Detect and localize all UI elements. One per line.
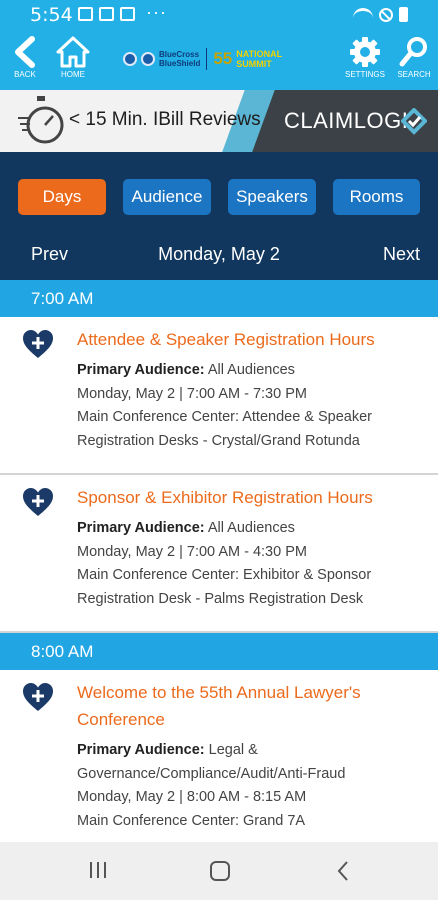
session-item[interactable]: Welcome to the 55th Annual Lawyer's Conf… <box>0 670 438 842</box>
search-button[interactable]: SEARCH <box>389 35 438 79</box>
tab-rooms[interactable]: Rooms <box>333 179 420 215</box>
more-notifications-icon: ··· <box>146 2 167 22</box>
battery-icon <box>399 7 408 22</box>
add-favorite-heart-icon[interactable] <box>22 682 54 712</box>
audience-label: Primary Audience: <box>77 362 205 378</box>
session-location: Main Conference Center: Grand 7A <box>77 812 306 829</box>
system-status-icons <box>353 7 408 22</box>
do-not-disturb-icon <box>379 7 393 22</box>
app-header: BACK HOME BlueCross BlueShield 55 NATION… <box>0 30 438 90</box>
prev-day-button[interactable]: Prev <box>31 244 68 265</box>
wifi-icon <box>353 7 373 22</box>
summit-wordmark: NATIONAL SUMMIT <box>236 49 282 69</box>
session-time: Monday, May 2 | 7:00 AM - 7:30 PM <box>77 385 307 402</box>
session-location: Main Conference Center: Attendee & Speak… <box>77 409 373 449</box>
settings-label: SETTINGS <box>344 70 385 79</box>
settings-button[interactable]: SETTINGS <box>340 35 390 79</box>
session-audience: Primary Audience: All Audiences <box>77 359 426 383</box>
bcbs-line1: BlueCross <box>159 50 200 59</box>
tab-audience[interactable]: Audience <box>123 179 211 215</box>
bcbs-wordmark: BlueCross BlueShield <box>159 50 200 68</box>
stopwatch-icon <box>18 96 64 144</box>
session-time: Monday, May 2 | 7:00 AM - 4:30 PM <box>77 543 307 560</box>
news-notification-icon <box>99 7 114 21</box>
back-button[interactable]: BACK <box>0 35 50 79</box>
bcbs-shield-icon <box>141 52 155 66</box>
banner-tagline: < 15 Min. IBill Reviews <box>69 109 261 130</box>
audience-label: Primary Audience: <box>77 520 205 536</box>
tab-speakers[interactable]: Speakers <box>228 179 316 215</box>
session-item[interactable]: Sponsor & Exhibitor Registration Hours P… <box>0 475 438 633</box>
audience-value: All Audiences <box>207 520 295 536</box>
session-location: Main Conference Center: Exhibitor & Spon… <box>77 567 372 607</box>
youtube-notification-icon <box>120 7 135 21</box>
tab-days[interactable]: Days <box>18 179 106 215</box>
session-item[interactable]: Attendee & Speaker Registration Hours Pr… <box>0 317 438 475</box>
brand-divider <box>206 48 208 70</box>
home-label: HOME <box>61 70 85 79</box>
session-title[interactable]: Sponsor & Exhibitor Registration Hours <box>77 484 426 511</box>
recent-apps-icon[interactable] <box>88 860 108 880</box>
summit-line1: NATIONAL <box>236 49 283 59</box>
session-title[interactable]: Welcome to the 55th Annual Lawyer's Conf… <box>77 679 426 733</box>
system-navigation-bar <box>0 842 438 900</box>
search-icon <box>399 37 427 67</box>
next-day-button[interactable]: Next <box>383 244 420 265</box>
summit-line2: SUMMIT <box>236 59 272 69</box>
search-label: SEARCH <box>397 70 431 79</box>
audience-value: All Audiences <box>207 362 295 378</box>
home-icon <box>56 36 90 68</box>
gallery-notification-icon <box>78 7 93 21</box>
system-home-icon[interactable] <box>209 860 231 882</box>
session-time: Monday, May 2 | 8:00 AM - 8:15 AM <box>77 789 307 805</box>
status-bar: 5:54 ··· <box>0 0 438 30</box>
schedule-nav-panel: Days Audience Speakers Rooms Monday, May… <box>0 152 438 280</box>
time-slot-header: 7:00 AM <box>0 280 438 317</box>
sponsor-banner[interactable]: < 15 Min. IBill Reviews CLAIMLOGI <box>0 90 438 152</box>
session-title[interactable]: Attendee & Speaker Registration Hours <box>77 326 426 353</box>
home-button[interactable]: HOME <box>48 35 98 79</box>
conference-logo: BlueCross BlueShield 55 NATIONAL SUMMIT <box>123 44 315 74</box>
bcbs-cross-icon <box>123 52 137 66</box>
brand-number: 55 <box>213 49 233 68</box>
add-favorite-heart-icon[interactable] <box>22 329 54 359</box>
notification-icons <box>78 7 135 21</box>
schedule-list[interactable]: 7:00 AM Attendee & Speaker Registration … <box>0 280 438 842</box>
status-time: 5:54 <box>30 4 73 26</box>
gear-icon <box>350 37 380 67</box>
bcbs-line2: BlueShield <box>159 59 201 68</box>
claimlogiq-q-icon <box>401 108 427 135</box>
system-back-icon[interactable] <box>336 860 350 882</box>
audience-label: Primary Audience: <box>77 742 205 758</box>
session-audience: Primary Audience: Legal & Governance/Com… <box>77 739 426 786</box>
time-slot-header: 8:00 AM <box>0 633 438 670</box>
back-label: BACK <box>14 70 36 79</box>
back-arrow-icon <box>15 36 35 68</box>
session-audience: Primary Audience: All Audiences <box>77 517 426 541</box>
add-favorite-heart-icon[interactable] <box>22 487 54 517</box>
banner-company-name: CLAIMLOGI <box>284 108 409 133</box>
